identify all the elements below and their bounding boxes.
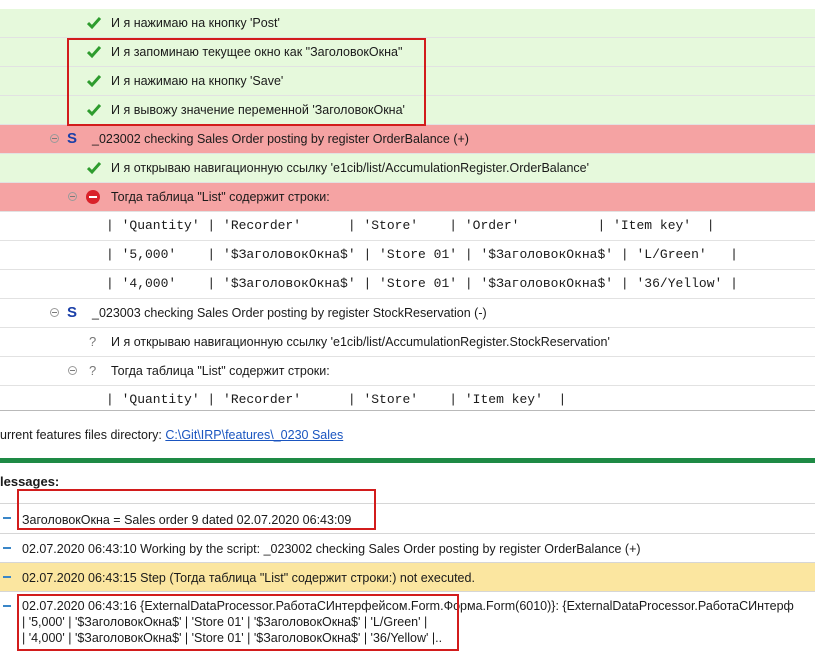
step-text: И я нажимаю на кнопку 'Save' — [111, 74, 284, 88]
features-directory-label: urrent features files directory: — [0, 428, 162, 442]
check-icon — [87, 17, 101, 30]
message-item[interactable]: 02.07.2020 06:43:10 Working by the scrip… — [0, 533, 815, 562]
section-divider — [0, 458, 815, 463]
tree-row-step[interactable]: И я вывожу значение переменной 'Заголово… — [0, 96, 815, 125]
tree-row-step[interactable]: ? И я открываю навигационную ссылку 'e1c… — [0, 328, 815, 357]
tree-row-table[interactable]: | '4,000' | '$ЗаголовокОкна$' | 'Store 0… — [0, 270, 815, 299]
question-icon: ? — [89, 334, 97, 349]
tree-row-table[interactable]: | 'Quantity' | 'Recorder' | 'Store' | 'O… — [0, 212, 815, 241]
tree-row-step[interactable]: ? Тогда таблица "List" содержит строки: — [0, 357, 815, 386]
scenario-title: _023002 checking Sales Order posting by … — [92, 132, 469, 146]
collapse-toggle-icon[interactable] — [50, 308, 59, 317]
message-item[interactable]: ЗаголовокОкна = Sales order 9 dated 02.0… — [0, 503, 815, 533]
step-text: И я открываю навигационную ссылку 'e1cib… — [111, 161, 589, 175]
message-marker-icon — [3, 547, 11, 549]
table-line: | 'Quantity' | 'Recorder' | 'Store' | 'I… — [106, 392, 567, 407]
table-line: | 'Quantity' | 'Recorder' | 'Store' | 'O… — [106, 218, 715, 233]
scenario-title: _023003 checking Sales Order posting by … — [92, 306, 487, 320]
step-text: Тогда таблица "List" содержит строки: — [111, 190, 330, 204]
collapse-toggle-icon[interactable] — [68, 192, 77, 201]
check-icon — [87, 46, 101, 59]
check-icon — [87, 75, 101, 88]
scenario-s-icon: S — [67, 130, 78, 147]
message-text-line: | '4,000' | '$ЗаголовокОкна$' | 'Store 0… — [22, 631, 443, 645]
check-icon — [87, 104, 101, 117]
check-icon — [87, 162, 101, 175]
tree-row-step-failed[interactable]: Тогда таблица "List" содержит строки: — [0, 183, 815, 212]
scenario-s-icon: S — [67, 304, 78, 321]
message-marker-icon — [3, 605, 11, 607]
message-text: ЗаголовокОкна = Sales order 9 dated 02.0… — [22, 513, 352, 527]
error-stop-icon — [86, 190, 100, 204]
message-marker-icon — [3, 517, 11, 519]
tree-row-step[interactable]: И я нажимаю на кнопку 'Post' — [0, 9, 815, 38]
collapse-toggle-icon[interactable] — [68, 366, 77, 375]
tree-row-table[interactable]: | 'Quantity' | 'Recorder' | 'Store' | 'I… — [0, 386, 815, 410]
step-text: И я запоминаю текущее окно как "Заголово… — [111, 45, 403, 59]
tree-row-step[interactable]: И я открываю навигационную ссылку 'e1cib… — [0, 154, 815, 183]
step-text: И я открываю навигационную ссылку 'e1cib… — [111, 335, 610, 349]
tree-row-table[interactable]: | '5,000' | '$ЗаголовокОкна$' | 'Store 0… — [0, 241, 815, 270]
tree-row-scenario[interactable]: S _023002 checking Sales Order posting b… — [0, 125, 815, 154]
message-marker-icon — [3, 576, 11, 578]
tree-row-step[interactable]: И я запоминаю текущее окно как "Заголово… — [0, 38, 815, 67]
messages-title: lessages: — [0, 474, 60, 489]
tree-row-step[interactable]: И я нажимаю на кнопку 'Save' — [0, 67, 815, 96]
step-text: Тогда таблица "List" содержит строки: — [111, 364, 330, 378]
message-text: 02.07.2020 06:43:16 {ExternalDataProcess… — [22, 599, 794, 613]
features-directory: urrent features files directory: C:\Git\… — [0, 428, 343, 442]
message-text: 02.07.2020 06:43:15 Step (Тогда таблица … — [22, 571, 475, 585]
table-line: | '5,000' | '$ЗаголовокОкна$' | 'Store 0… — [106, 247, 738, 262]
collapse-toggle-icon[interactable] — [50, 134, 59, 143]
step-text: И я вывожу значение переменной 'Заголово… — [111, 103, 405, 117]
scenario-tree: И я нажимаю на кнопку 'Post' И я запомин… — [0, 0, 815, 411]
message-item[interactable]: 02.07.2020 06:43:16 {ExternalDataProcess… — [0, 591, 815, 653]
message-text: 02.07.2020 06:43:10 Working by the scrip… — [22, 542, 641, 556]
message-item-warning[interactable]: 02.07.2020 06:43:15 Step (Тогда таблица … — [0, 562, 815, 591]
step-text: И я нажимаю на кнопку 'Post' — [111, 16, 280, 30]
table-line: | '4,000' | '$ЗаголовокОкна$' | 'Store 0… — [106, 276, 738, 291]
features-directory-link[interactable]: C:\Git\IRP\features\_0230 Sales — [165, 428, 343, 442]
message-text-line: | '5,000' | '$ЗаголовокОкна$' | 'Store 0… — [22, 615, 428, 629]
tree-row-scenario[interactable]: S _023003 checking Sales Order posting b… — [0, 299, 815, 328]
question-icon: ? — [89, 363, 97, 378]
